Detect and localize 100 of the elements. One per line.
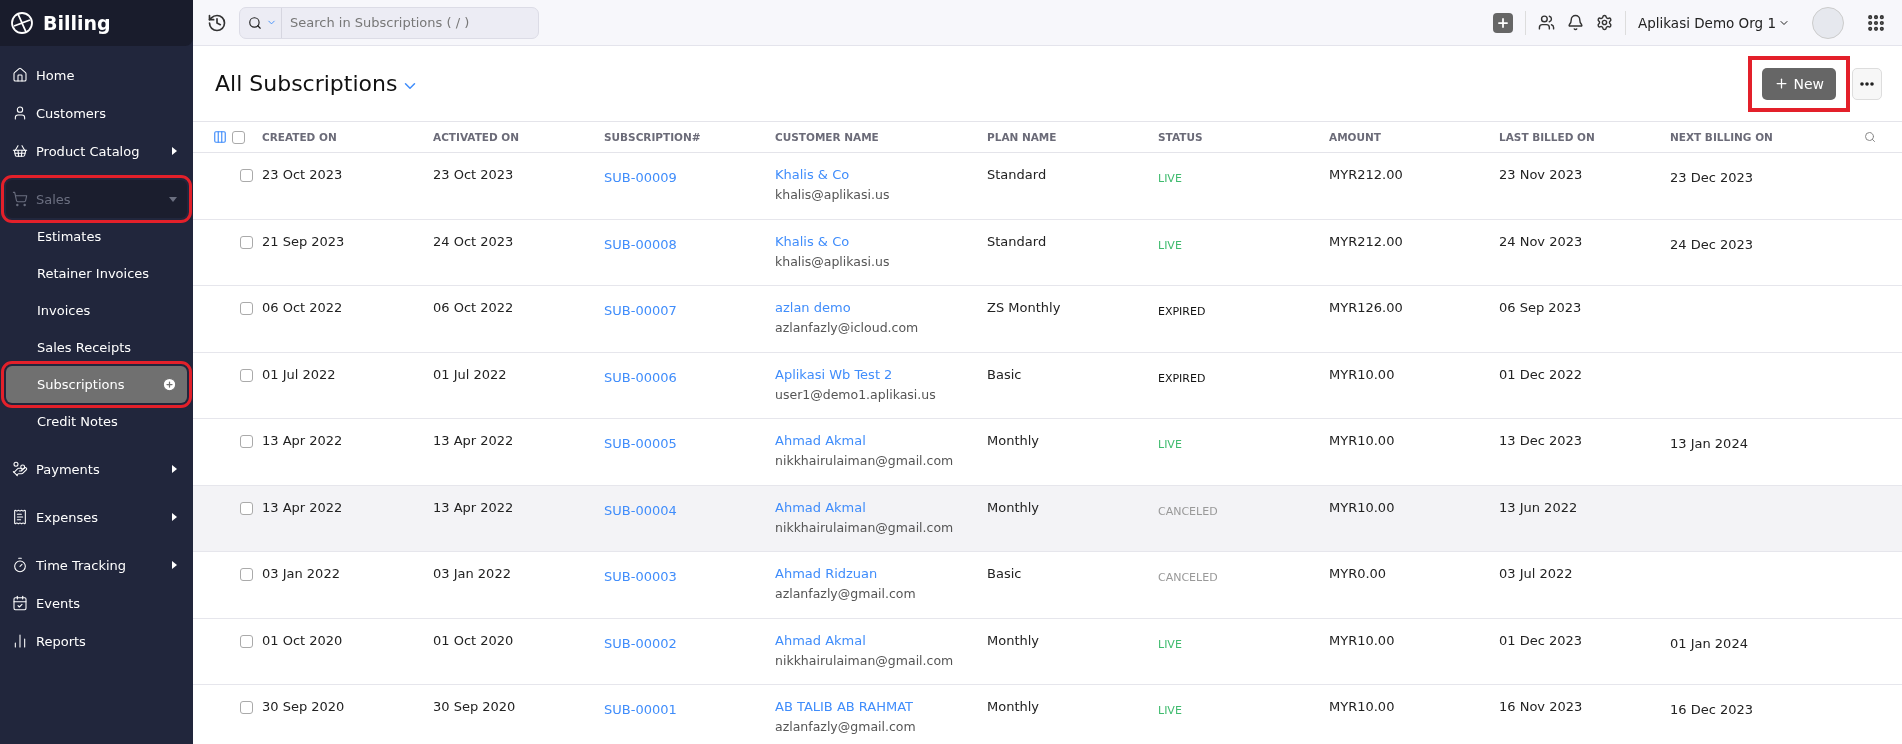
table-cell-text: Basic xyxy=(987,566,1023,583)
page-title[interactable]: All Subscriptions xyxy=(215,71,398,96)
customer-link[interactable]: Ahmad Akmal xyxy=(775,433,987,448)
column-header[interactable]: NEXT BILLING ON xyxy=(1670,131,1841,143)
table-cell-text: MYR0.00 xyxy=(1329,566,1388,583)
table-cell-text: 01 Jul 2022 xyxy=(433,366,508,384)
column-header[interactable]: LAST BILLED ON xyxy=(1499,131,1670,143)
bell-icon[interactable] xyxy=(1566,14,1584,31)
add-button[interactable] xyxy=(1492,12,1513,33)
sidebar-item[interactable]: Credit Notes xyxy=(6,403,187,440)
search-icon[interactable] xyxy=(248,15,262,30)
users-icon[interactable] xyxy=(1537,14,1555,31)
more-button[interactable] xyxy=(1852,67,1882,100)
subscription-link[interactable]: SUB-00006 xyxy=(604,369,677,385)
table-cell-text: 01 Oct 2020 xyxy=(262,632,344,650)
add-icon[interactable] xyxy=(162,377,177,392)
row-checkbox[interactable] xyxy=(240,235,253,249)
table-cell-text: MYR10.00 xyxy=(1329,699,1396,716)
table-cell-text: 30 Sep 2020 xyxy=(262,699,346,716)
customer-email: nikkhairulaiman@gmail.com xyxy=(775,453,955,468)
status-label: LIVE xyxy=(1158,237,1182,252)
plus-icon xyxy=(1495,15,1510,30)
select-all-checkbox[interactable] xyxy=(232,130,245,144)
table-cell-text: ZS Monthly xyxy=(987,300,1062,317)
row-checkbox[interactable] xyxy=(240,701,253,714)
customer-link[interactable]: Ahmad Akmal xyxy=(775,632,987,648)
history-icon[interactable] xyxy=(207,12,227,33)
table-cell-text: 03 Jan 2022 xyxy=(433,566,512,583)
sidebar-item[interactable]: Reports xyxy=(6,622,187,660)
column-header[interactable]: CUSTOMER NAME xyxy=(775,131,987,143)
bar-chart-icon xyxy=(12,633,28,649)
status-label: EXPIRED xyxy=(1158,304,1206,318)
apps-grid-icon[interactable] xyxy=(1866,12,1886,33)
sidebar-item[interactable]: Product Catalog xyxy=(6,132,187,170)
row-checkbox[interactable] xyxy=(240,368,253,382)
org-switcher[interactable]: Aplikasi Demo Org 1 xyxy=(1637,14,1790,31)
column-header[interactable]: PLAN NAME xyxy=(987,131,1158,143)
table-cell: 01 Jan 2024 xyxy=(1670,635,1748,651)
row-checkbox[interactable] xyxy=(240,634,253,648)
sidebar-item[interactable]: Expenses xyxy=(6,498,187,536)
new-button[interactable]: New xyxy=(1762,67,1836,100)
row-checkbox[interactable] xyxy=(240,568,253,581)
sidebar-item[interactable]: Events xyxy=(6,584,187,622)
table-row[interactable]: 13 Apr 2022 13 Apr 2022 SUB-00004 Ahmad Akmal nikkhairulaiman@gmail.com Monthly CANCELED MYR10.00 13 Jun 2022 xyxy=(193,485,1902,552)
avatar[interactable] xyxy=(1812,6,1844,39)
basket-icon xyxy=(12,143,28,159)
column-header[interactable]: AMOUNT xyxy=(1329,131,1499,143)
sidebar-item[interactable]: Time Tracking xyxy=(6,546,187,584)
table-cell-text: 06 Sep 2023 xyxy=(1499,300,1583,317)
table-cell-text: 06 Oct 2022 xyxy=(262,300,344,317)
row-checkbox[interactable] xyxy=(240,169,253,182)
row-checkbox[interactable] xyxy=(240,302,253,315)
table-cell-text: 01 Oct 2020 xyxy=(433,632,515,650)
row-checkbox[interactable] xyxy=(240,501,253,515)
logo-icon xyxy=(10,11,34,35)
subscription-link[interactable]: SUB-00008 xyxy=(604,236,677,252)
table-cell-text: MYR212.00 xyxy=(1329,233,1404,251)
subscription-link[interactable]: SUB-00007 xyxy=(604,303,677,318)
status-label: LIVE xyxy=(1158,171,1182,185)
sidebar-item[interactable]: Invoices xyxy=(6,292,187,329)
subscription-link[interactable]: SUB-00005 xyxy=(604,436,677,451)
customer-link[interactable]: Khalis & Co xyxy=(775,167,987,182)
sidebar-item[interactable]: Payments xyxy=(6,450,187,488)
column-header[interactable]: SUBSCRIPTION# xyxy=(604,131,775,143)
cart-icon xyxy=(12,191,28,207)
customer-link[interactable]: Ahmad Akmal xyxy=(775,499,987,515)
subscription-link[interactable]: SUB-00004 xyxy=(604,502,677,518)
columns-icon[interactable] xyxy=(213,130,227,144)
customer-link[interactable]: AB TALIB AB RAHMAT xyxy=(775,699,987,714)
calendar-icon xyxy=(12,595,28,611)
sidebar-item[interactable]: Retainer Invoices xyxy=(6,255,187,292)
sidebar-item[interactable]: Customers xyxy=(6,94,187,132)
customer-email: khalis@aplikasi.us xyxy=(775,253,891,269)
subscription-link[interactable]: SUB-00002 xyxy=(604,635,677,651)
column-header[interactable]: ACTIVATED ON xyxy=(433,131,604,143)
subscription-link[interactable]: SUB-00009 xyxy=(604,170,677,185)
column-header[interactable]: CREATED ON xyxy=(262,131,433,143)
customer-link[interactable]: Aplikasi Wb Test 2 xyxy=(775,366,987,382)
table-cell-text: 24 Nov 2023 xyxy=(1499,233,1584,251)
customer-link[interactable]: Khalis & Co xyxy=(775,233,987,249)
table-cell-text: 13 Apr 2022 xyxy=(262,433,344,450)
timer-icon xyxy=(12,557,28,573)
sidebar-item[interactable]: Estimates xyxy=(6,218,187,255)
table-cell-text: 13 Apr 2022 xyxy=(433,433,515,450)
column-header[interactable]: STATUS xyxy=(1158,131,1329,143)
settings-icon[interactable] xyxy=(1595,14,1613,31)
search-field[interactable]: Search in Subscriptions ( / ) xyxy=(239,6,539,39)
customer-email: user1@demo1.aplikasi.us xyxy=(775,386,937,402)
customer-link[interactable]: azlan demo xyxy=(775,300,987,315)
row-checkbox[interactable] xyxy=(240,435,253,448)
table-cell-text: 21 Sep 2023 xyxy=(262,233,346,251)
table-cell-text: 03 Jan 2022 xyxy=(262,566,341,583)
status-label: EXPIRED xyxy=(1158,370,1206,385)
customer-link[interactable]: Ahmad Ridzuan xyxy=(775,566,987,581)
subscription-link[interactable]: SUB-00003 xyxy=(604,569,677,584)
sidebar-item[interactable]: Sales Receipts xyxy=(6,329,187,366)
sidebar-item[interactable]: Home xyxy=(6,56,187,94)
subscription-link[interactable]: SUB-00001 xyxy=(604,702,677,717)
table-cell-text: 16 Nov 2023 xyxy=(1499,699,1584,716)
status-label: CANCELED xyxy=(1158,570,1218,584)
